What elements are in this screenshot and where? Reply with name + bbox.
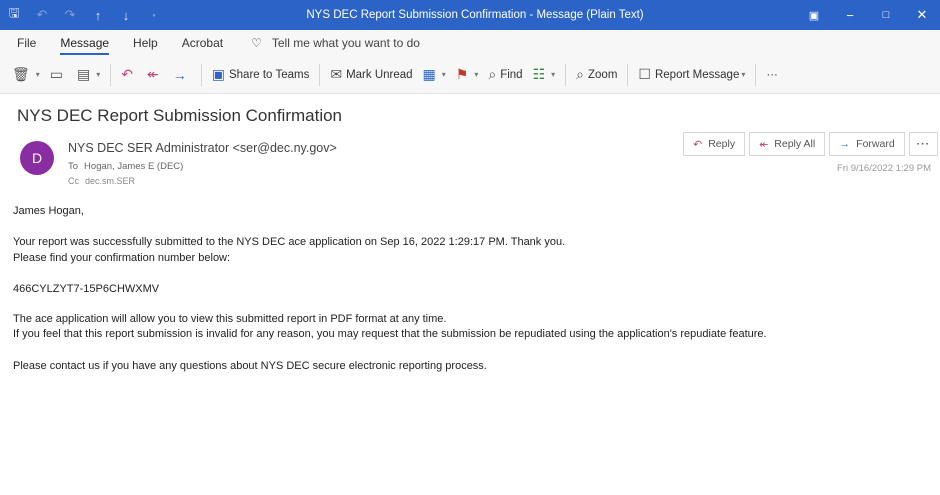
more-commands-button[interactable]: ··· xyxy=(766,69,778,81)
reply-all-icon: ↞ xyxy=(147,66,159,82)
reply-icon: ↶ xyxy=(121,66,134,82)
window-title: NYS DEC Report Submission Confirmation -… xyxy=(306,9,644,21)
cc-label: Cc xyxy=(68,176,79,186)
more-actions-button[interactable]: ··· xyxy=(908,132,939,156)
envelope-icon: ✉ xyxy=(330,66,343,82)
report-message-button[interactable]: ☐ Report Message ▾ xyxy=(638,66,745,83)
menu-file[interactable]: File xyxy=(17,36,36,50)
divider xyxy=(565,63,567,86)
reply-button[interactable]: ↶ Reply xyxy=(683,132,746,156)
divider xyxy=(755,63,757,86)
undo-icon[interactable]: ↶ xyxy=(28,0,56,30)
move-button[interactable]: ▤ ▾ xyxy=(77,66,100,83)
forward-icon: → xyxy=(172,66,187,83)
message-subject: NYS DEC Report Submission Confirmation xyxy=(17,106,343,125)
reply-all-label: Reply All xyxy=(774,138,816,150)
cc-line: Cc dec.sm.SER xyxy=(68,176,135,186)
zoom-label: Zoom xyxy=(588,68,618,81)
chevron-down-icon: ▾ xyxy=(741,70,746,79)
confirmation-number: 466CYLZYT7-15P6CHWXMV xyxy=(13,283,160,295)
tell-me-label: Tell me what you want to do xyxy=(271,36,420,50)
search-icon: ⌕ xyxy=(488,66,497,82)
chevron-down-icon: ▾ xyxy=(474,70,479,79)
share-to-teams-button[interactable]: ▣ Share to Teams xyxy=(212,66,310,83)
delete-button[interactable]: 🗑 ▾ xyxy=(12,66,40,83)
reply-icon: ↶ xyxy=(693,138,703,151)
body-line-1: Your report was successfully submitted t… xyxy=(13,236,566,248)
to-label: To xyxy=(68,161,79,172)
archive-button[interactable]: ▭ xyxy=(50,66,67,83)
reply-all-toolbar-button[interactable]: ↞ xyxy=(147,66,163,83)
reply-all-icon: ↞ xyxy=(759,138,769,151)
body-line-5: Please contact us if you have any questi… xyxy=(13,360,487,372)
menu-help[interactable]: Help xyxy=(133,36,158,50)
translate-button[interactable]: ☷ ▾ xyxy=(533,66,556,83)
forward-icon: → xyxy=(839,138,851,150)
sender-name[interactable]: NYS DEC SER Administrator <ser@dec.ny.go… xyxy=(68,141,337,155)
move-icon: ▤ xyxy=(77,66,91,82)
chevron-down-icon: ▾ xyxy=(551,70,556,79)
report-message-label: Report Message xyxy=(654,68,740,81)
flag-icon: ⚑ xyxy=(455,66,469,82)
categorize-button[interactable]: ▦ ▾ xyxy=(423,66,446,83)
body-line-3: The ace application will allow you to vi… xyxy=(13,313,447,325)
next-item-icon[interactable]: ↓ xyxy=(112,0,140,30)
more-label: ··· xyxy=(766,68,778,81)
avatar[interactable]: D xyxy=(20,141,54,175)
ribbon-display-options-icon[interactable]: ▣ xyxy=(796,0,832,30)
reply-all-button[interactable]: ↞ Reply All xyxy=(749,132,826,156)
magnifier-icon: ⌕ xyxy=(576,66,584,82)
categorize-icon: ▦ xyxy=(422,66,436,82)
find-label: Find xyxy=(500,68,523,81)
forward-toolbar-button[interactable]: → xyxy=(173,67,191,83)
minimize-button[interactable]: − xyxy=(832,0,868,30)
mark-unread-button[interactable]: ✉ Mark Unread xyxy=(330,66,412,83)
body-line-2: Please find your confirmation number bel… xyxy=(13,252,231,264)
close-button[interactable]: ✕ xyxy=(904,0,940,30)
to-recipient[interactable]: Hogan, James E (DEC) xyxy=(84,161,183,172)
title-bar: 🖫 ↶ ↷ ↑ ↓ ◦ NYS DEC Report Submission Co… xyxy=(0,0,940,30)
follow-up-button[interactable]: ⚑ ▾ xyxy=(456,66,479,83)
received-datetime: Fri 9/16/2022 1:29 PM xyxy=(837,163,931,174)
menu-bar: File Message Help Acrobat ♡ Tell me what… xyxy=(0,30,940,56)
divider xyxy=(319,63,321,86)
customize-toolbar-icon[interactable]: ◦ xyxy=(140,0,168,30)
save-icon[interactable]: 🖫 xyxy=(0,0,28,30)
teams-icon: ▣ xyxy=(211,66,225,82)
find-button[interactable]: ⌕ Find xyxy=(488,66,522,83)
share-to-teams-label: Share to Teams xyxy=(228,68,310,81)
maximize-button[interactable]: □ xyxy=(868,0,904,30)
lightbulb-icon: ♡ xyxy=(251,36,262,50)
mark-unread-label: Mark Unread xyxy=(346,68,413,81)
chevron-down-icon: ▾ xyxy=(96,70,101,79)
message-actions: ↶ Reply ↞ Reply All → Forward ··· xyxy=(683,132,939,156)
forward-button[interactable]: → Forward xyxy=(829,132,905,156)
ribbon-toolbar: 🗑 ▾ ▭ ▤ ▾ ↶ ↞ → ▣ Share to Teams ✉ Mark Unre… xyxy=(0,56,940,94)
archive-icon: ▭ xyxy=(49,66,64,82)
chevron-down-icon: ▾ xyxy=(441,70,446,79)
body-greeting: James Hogan, xyxy=(13,205,84,217)
translate-icon: ☷ xyxy=(532,66,546,82)
cc-recipient[interactable]: dec.sm.SER xyxy=(85,176,135,186)
body-line-4: If you feel that this report submission … xyxy=(13,328,767,340)
divider xyxy=(200,63,202,86)
divider xyxy=(627,63,629,86)
window-controls: ▣ − □ ✕ xyxy=(796,0,940,30)
quick-access-toolbar: 🖫 ↶ ↷ ↑ ↓ ◦ xyxy=(0,0,168,30)
divider xyxy=(110,63,112,86)
forward-label: Forward xyxy=(856,138,895,150)
report-icon: ☐ xyxy=(638,66,651,82)
redo-icon[interactable]: ↷ xyxy=(56,0,84,30)
to-line: To Hogan, James E (DEC) xyxy=(68,161,183,172)
zoom-button[interactable]: ⌕ Zoom xyxy=(576,66,617,83)
previous-item-icon[interactable]: ↑ xyxy=(84,0,112,30)
reply-label: Reply xyxy=(708,138,736,150)
tell-me-box[interactable]: ♡ Tell me what you want to do xyxy=(251,36,420,50)
chevron-down-icon: ▾ xyxy=(35,70,40,79)
menu-message[interactable]: Message xyxy=(60,36,109,55)
reply-toolbar-button[interactable]: ↶ xyxy=(121,66,137,83)
menu-acrobat[interactable]: Acrobat xyxy=(182,36,223,50)
trash-icon: 🗑 xyxy=(12,66,30,82)
